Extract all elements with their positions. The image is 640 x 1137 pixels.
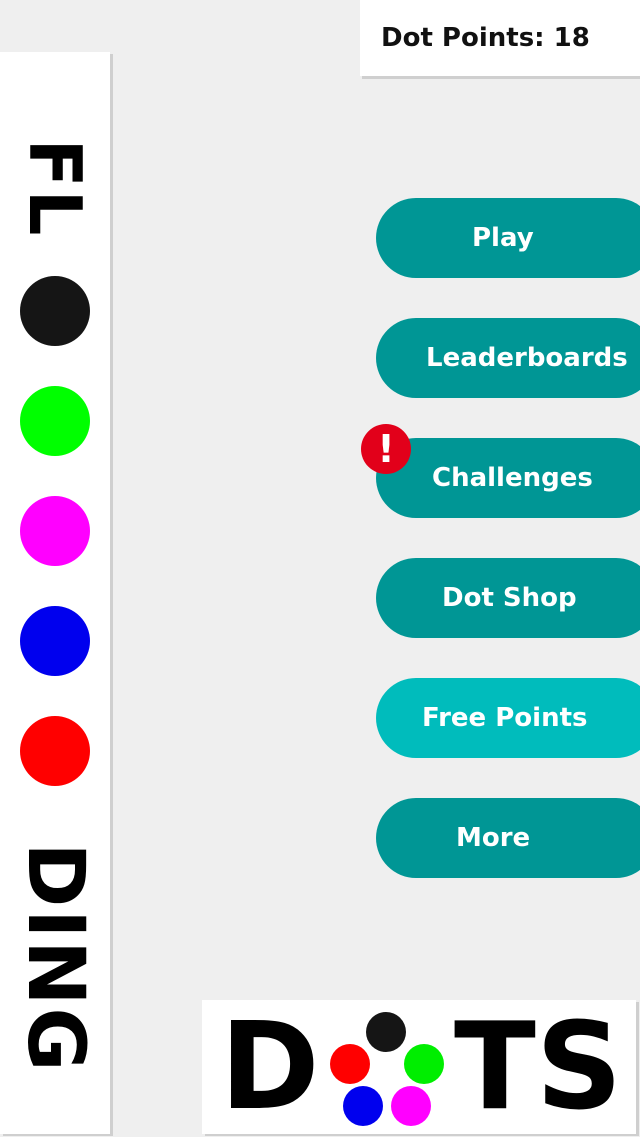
side-logo-red-dot — [20, 716, 90, 786]
dot-shop-button-label: Dot Shop — [442, 583, 577, 613]
side-logo-blue-dot — [20, 606, 90, 676]
dots-logo-blue-dot — [343, 1086, 383, 1126]
free-points-button-label: Free Points — [422, 703, 588, 733]
more-button[interactable]: More — [376, 798, 640, 878]
play-button-label: Play — [472, 223, 534, 253]
dots-logo-letters-ts: TS — [454, 998, 623, 1137]
challenges-button-label: Challenges — [432, 463, 593, 493]
leaderboards-button-label: Leaderboards — [426, 343, 628, 373]
dots-logo-letter-d: D — [220, 998, 320, 1137]
side-logo-green-dot — [20, 386, 90, 456]
dots-logo-black-dot — [366, 1012, 406, 1052]
side-logo-top-text: FL — [13, 138, 97, 238]
dots-logo-magenta-dot — [391, 1086, 431, 1126]
dot-points-value: 18 — [553, 23, 590, 53]
dot-points-separator — [545, 23, 554, 53]
side-logo-magenta-dot — [20, 496, 90, 566]
side-logo-bottom-text: DING — [10, 842, 100, 1074]
dot-points-label: Dot Points: — [381, 23, 545, 53]
challenges-alert-icon: ! — [361, 424, 411, 474]
dots-logo-red-dot — [330, 1044, 370, 1084]
leaderboards-button[interactable]: Leaderboards — [376, 318, 640, 398]
dots-logo: D TS — [202, 1000, 636, 1134]
dot-points-panel: Dot Points: 18 — [360, 0, 640, 76]
play-button[interactable]: Play — [376, 198, 640, 278]
dots-logo-green-dot — [404, 1044, 444, 1084]
side-logo-black-dot — [20, 276, 90, 346]
dot-shop-button[interactable]: Dot Shop — [376, 558, 640, 638]
free-points-button[interactable]: Free Points — [376, 678, 640, 758]
more-button-label: More — [456, 823, 531, 853]
side-logo-strip: FL DING — [0, 52, 110, 1134]
challenges-button[interactable]: Challenges — [376, 438, 640, 518]
